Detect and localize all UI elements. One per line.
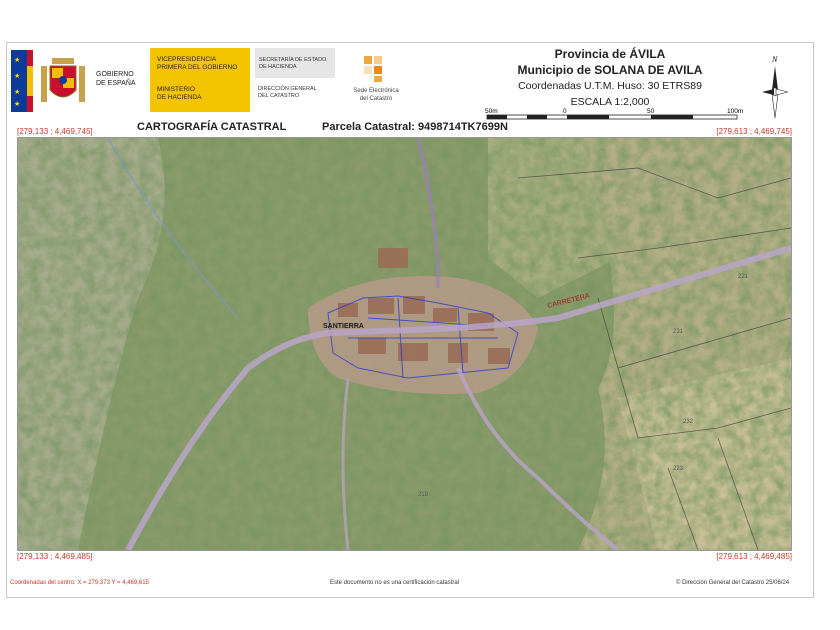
province-title: Provincia de ÁVILA [554,47,666,61]
orthophoto-map[interactable]: CARRETERA SANTIERRA 232 223 231 219 221 [17,137,792,551]
copyright-text: © Dirección General del Catastro 25/06/2… [676,580,790,586]
scale-label-zero: 0 [563,108,567,115]
parcela-title: Parcela Catastral: 9498714TK7699N [322,121,508,133]
direccion-text: DIRECCIÓN GENERAL DEL CATASTRO [258,86,317,99]
corner-coord-top-left: [279,133 ; 4,469,745] [17,127,93,136]
center-coordinates: Coordenadas del centro: X = 279,373 Y = … [10,580,149,586]
corner-coord-top-right: [279,613 ; 4,469,745] [716,127,792,136]
corner-coord-bottom-left: [279,133 ; 4,469,485] [17,552,93,561]
scale-label-right: 100m [727,108,743,115]
sede-electronica-logo-icon [364,56,382,82]
corner-coord-bottom-right: [279,613 ; 4,469,485] [716,552,792,561]
parcel-number-221: 221 [738,274,749,280]
coat-of-arms-icon [41,58,85,102]
secretaria-text: SECRETARÍA DE ESTADO DE HACIENDA [259,57,327,70]
scale-label-mid: 50 [647,108,655,115]
disclaimer-text: Este documento no es una certificación c… [330,580,460,586]
map-canvas: CARRETERA SANTIERRA 232 223 231 219 221 [18,138,791,550]
eu-stars-icon: ★ ★ ★ ★ [11,50,27,112]
north-arrow-icon: N [762,55,789,119]
north-label: N [771,55,778,64]
parcel-number-223: 223 [673,466,684,472]
parcel-number-219: 219 [418,492,429,498]
scale-bar: 50m 0 50 100m [485,108,743,120]
parcel-number-232: 232 [683,419,694,425]
scale-label-left: 50m [485,108,498,115]
secretaria-box: SECRETARÍA DE ESTADO DE HACIENDA [255,48,335,78]
vicepresidencia-text: VICEPRESIDENCIA PRIMERA DEL GOBIERNO [157,56,238,71]
town-label: SANTIERRA [323,323,364,330]
municipality-title: Municipio de SOLANA DE AVILA [517,63,703,77]
ministerio-text: MINISTERIO DE HACIENDA [157,86,202,101]
utm-coordinates: Coordenadas U.T.M. Huso: 30 ETRS89 [518,80,702,92]
cartografia-title: CARTOGRAFÍA CATASTRAL [137,121,287,133]
parcel-number-231: 231 [673,329,684,335]
ministry-banner: VICEPRESIDENCIA PRIMERA DEL GOBIERNO MIN… [150,48,250,112]
sede-text: Sede Electrónica del Catastro [353,88,399,102]
gobierno-text: GOBIERNO DE ESPAÑA [96,71,136,87]
